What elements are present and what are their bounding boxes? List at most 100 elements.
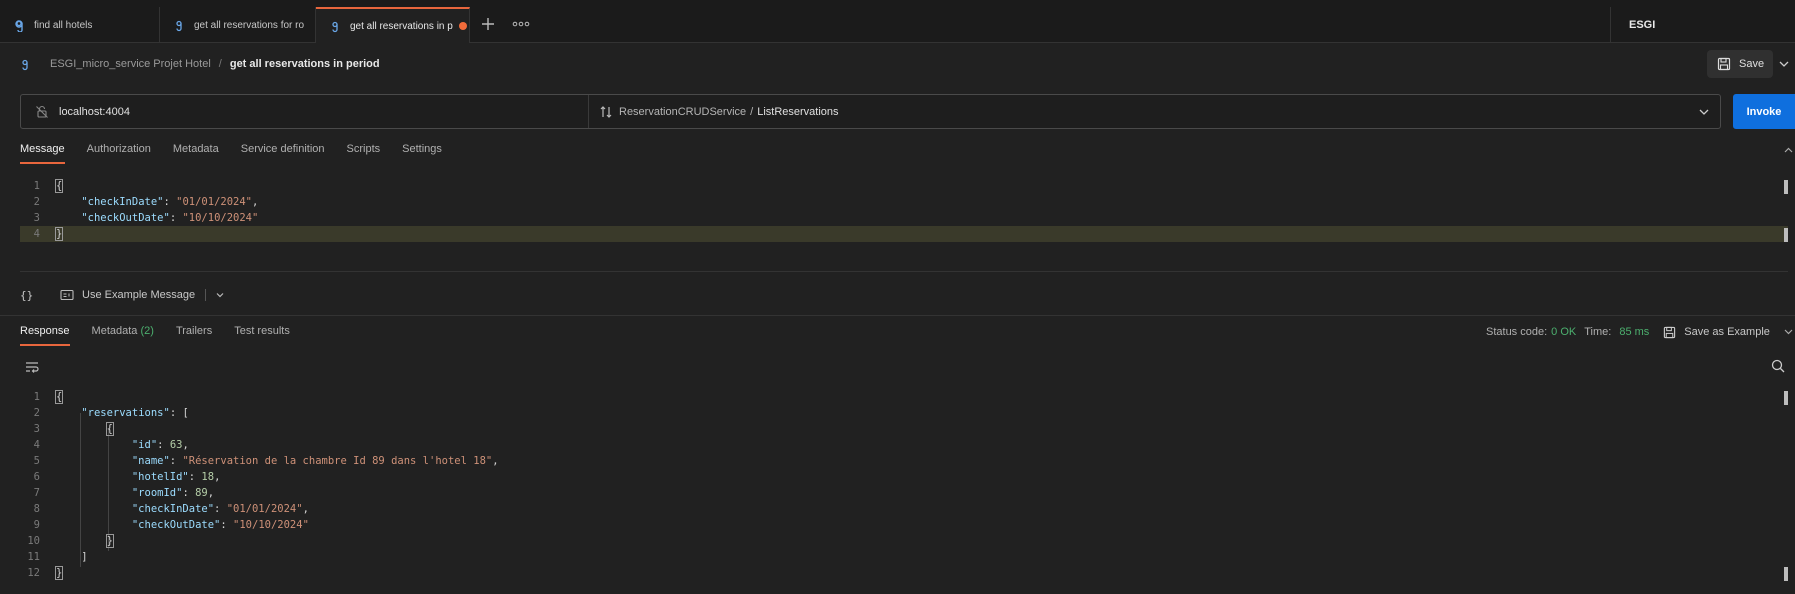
environment-selector[interactable]: ESGI bbox=[1610, 7, 1795, 43]
line-number: 1 bbox=[33, 391, 40, 403]
json-number: 89 bbox=[195, 487, 208, 499]
use-example-label: Use Example Message bbox=[82, 289, 196, 301]
tab-scripts[interactable]: Scripts bbox=[347, 140, 381, 164]
unary-arrows-icon bbox=[600, 105, 612, 118]
code-line: 6 "hotelId": 18, bbox=[20, 469, 1788, 485]
line-number: 3 bbox=[33, 423, 40, 435]
plus-icon[interactable] bbox=[478, 14, 498, 34]
scrollbar-marker[interactable] bbox=[1784, 567, 1788, 581]
line-number: 4 bbox=[33, 439, 40, 451]
code-line: 5 "name": "Réservation de la chambre Id … bbox=[20, 453, 1788, 469]
code-line: 12 } bbox=[20, 565, 1788, 581]
code-line: 7 "roomId": 89, bbox=[20, 485, 1788, 501]
tab-service-definition[interactable]: Service definition bbox=[241, 140, 325, 164]
method-selector[interactable]: ReservationCRUDService / ListReservation… bbox=[599, 95, 839, 128]
code-line: 2 "reservations": [ bbox=[20, 405, 1788, 421]
tab-authorization[interactable]: Authorization bbox=[87, 140, 151, 164]
line-number: 5 bbox=[33, 455, 40, 467]
tab-test-results[interactable]: Test results bbox=[234, 322, 290, 346]
scrollbar-marker[interactable] bbox=[1784, 228, 1788, 242]
save-icon bbox=[1717, 57, 1731, 71]
breadcrumb: ESGI_micro_service Projet Hotel / get al… bbox=[20, 54, 380, 74]
unsaved-dot-icon bbox=[458, 22, 467, 30]
line-number: 1 bbox=[33, 180, 40, 192]
json-number: 18 bbox=[201, 471, 215, 483]
method-separator: / bbox=[750, 105, 754, 118]
more-icon[interactable] bbox=[510, 14, 532, 34]
tab-label: find all hotels bbox=[34, 19, 93, 31]
chevron-down-icon[interactable] bbox=[1696, 104, 1712, 120]
json-string: "10/10/2024" bbox=[182, 212, 259, 224]
save-button[interactable]: Save bbox=[1707, 50, 1773, 78]
line-number: 4 bbox=[33, 228, 40, 240]
status-code-label: Status code: bbox=[1486, 326, 1548, 338]
code-line: 1 { bbox=[20, 389, 1788, 405]
json-string: "Réservation de la chambre Id 89 dans l'… bbox=[182, 455, 493, 467]
tab-find-all-hotels[interactable]: find all hotels bbox=[0, 7, 160, 43]
json-key: "roomId" bbox=[131, 487, 183, 499]
json-key: "id" bbox=[131, 439, 158, 451]
tab-label: get all reservations for ro bbox=[194, 19, 305, 31]
request-message-editor[interactable]: 1 { 2 "checkInDate": "01/01/2024", 3 "ch… bbox=[20, 178, 1788, 272]
grpc-icon bbox=[176, 20, 182, 32]
line-number: 6 bbox=[33, 471, 40, 483]
line-number: 11 bbox=[27, 551, 40, 563]
line-number: 7 bbox=[33, 487, 40, 499]
save-icon bbox=[1664, 326, 1676, 338]
line-number: 8 bbox=[33, 503, 40, 515]
code-line: 3 { bbox=[20, 421, 1788, 437]
tab-metadata[interactable]: Metadata bbox=[173, 140, 219, 164]
line-number: 10 bbox=[27, 535, 40, 547]
save-label: Save bbox=[1739, 58, 1765, 70]
invoke-button[interactable]: Invoke bbox=[1733, 94, 1795, 129]
service-name: ReservationCRUDService bbox=[619, 105, 747, 118]
chevron-up-icon[interactable] bbox=[1782, 144, 1795, 157]
server-url-input[interactable]: localhost:4004 bbox=[21, 95, 589, 128]
use-example-message-button[interactable]: Use Example Message bbox=[60, 289, 207, 301]
json-key: "checkInDate" bbox=[131, 503, 215, 515]
search-icon[interactable] bbox=[1770, 358, 1786, 374]
scrollbar-marker[interactable] bbox=[1784, 391, 1788, 405]
scrollbar-marker[interactable] bbox=[1784, 180, 1788, 194]
tab-message[interactable]: Message bbox=[20, 140, 65, 164]
beautify-button[interactable]: {} bbox=[20, 289, 48, 302]
code-line: 1 { bbox=[20, 178, 1788, 194]
tab-response-metadata[interactable]: Metadata (2) bbox=[92, 322, 154, 346]
tab-bar: find all hotels get all reservations for… bbox=[0, 0, 1795, 43]
metadata-count-badge: (2) bbox=[140, 325, 154, 337]
chevron-down-icon[interactable] bbox=[214, 289, 226, 301]
tab-label: get all reservations in p bbox=[350, 20, 453, 32]
response-tabs: Response Metadata (2) Trailers Test resu… bbox=[20, 322, 312, 346]
grpc-icon bbox=[22, 59, 28, 71]
grpc-icon bbox=[15, 20, 23, 32]
time-label: Time: bbox=[1584, 326, 1612, 338]
tab-settings[interactable]: Settings bbox=[402, 140, 442, 164]
save-as-example-label: Save as Example bbox=[1684, 326, 1770, 338]
time-value: 85 ms bbox=[1619, 326, 1650, 338]
code-line: 11 ] bbox=[20, 549, 1788, 565]
tab-response[interactable]: Response bbox=[20, 322, 70, 346]
status-code-value: 0 OK bbox=[1551, 326, 1577, 338]
json-string: "10/10/2024" bbox=[233, 519, 309, 531]
chevron-down-icon[interactable] bbox=[1782, 325, 1795, 338]
code-line: 9 "checkOutDate": "10/10/2024" bbox=[20, 517, 1788, 533]
line-number: 3 bbox=[33, 212, 40, 224]
code-line: 8 "checkInDate": "01/01/2024", bbox=[20, 501, 1788, 517]
wrap-lines-icon[interactable] bbox=[24, 359, 40, 375]
breadcrumb-collection[interactable]: ESGI_micro_service Projet Hotel bbox=[50, 58, 211, 70]
example-icon bbox=[60, 289, 74, 301]
tab-get-all-reservations-for-room[interactable]: get all reservations for ro bbox=[160, 7, 316, 43]
tab-trailers[interactable]: Trailers bbox=[176, 322, 212, 346]
tab-get-all-reservations-in-period[interactable]: get all reservations in p bbox=[316, 7, 470, 43]
save-as-example-button[interactable]: Save as Example bbox=[1663, 326, 1770, 339]
response-body-viewer[interactable]: 1 { 2 "reservations": [ 3 { 4 "id": 63, … bbox=[20, 389, 1788, 594]
json-key: "checkOutDate" bbox=[131, 519, 221, 531]
code-line: 3 "checkOutDate": "10/10/2024" bbox=[20, 210, 1788, 226]
server-url: localhost:4004 bbox=[59, 105, 130, 118]
json-key: "reservations" bbox=[81, 407, 170, 419]
tab-label: Metadata bbox=[91, 325, 138, 337]
request-title[interactable]: get all reservations in period bbox=[230, 58, 380, 70]
line-number: 9 bbox=[33, 519, 40, 531]
chevron-down-icon[interactable] bbox=[1776, 56, 1792, 72]
code-line: 4 "id": 63, bbox=[20, 437, 1788, 453]
